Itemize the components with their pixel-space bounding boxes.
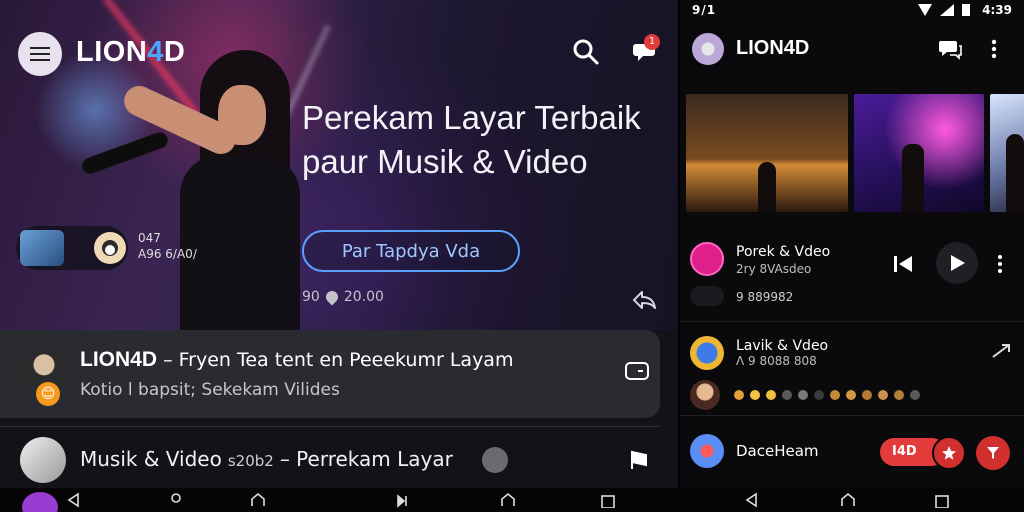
hero-meta-left: 90 <box>302 289 320 305</box>
signal-icon <box>940 4 954 16</box>
media-row[interactable]: DaceHeam I4D <box>680 430 1024 474</box>
viewer-avatar[interactable] <box>690 380 720 410</box>
mini-player-line1: 047 <box>138 231 161 245</box>
record-chip-icon[interactable] <box>482 447 508 473</box>
side-pane: 9/1 4:39 LION4D Porek & Vdeo 2ry 8VAsdeo… <box>680 0 1024 488</box>
media-row[interactable]: Lavik & Vdeo Λ 9 8088 808 <box>680 334 1024 416</box>
share-icon[interactable] <box>630 286 658 312</box>
flag-icon[interactable] <box>628 449 650 471</box>
side-brand: LION4D <box>736 37 810 59</box>
reaction-dot <box>878 390 888 400</box>
video-thumbnail[interactable] <box>990 94 1024 212</box>
reaction-dot <box>734 390 744 400</box>
mini-player-avatar[interactable] <box>94 232 126 264</box>
notification-badge: 1 <box>644 34 660 50</box>
avatar <box>20 437 66 483</box>
chat-icon[interactable] <box>938 38 964 60</box>
status-bar: 9/1 4:39 <box>680 0 1024 22</box>
wifi-icon <box>918 4 932 16</box>
caption-icon[interactable] <box>624 360 650 382</box>
star-icon <box>942 446 956 460</box>
media-row-title: Porek & Vdeo <box>736 244 831 260</box>
media-row[interactable]: Porek & Vdeo 2ry 8VAsdeo 9 889982 <box>680 238 1024 322</box>
reaction-dot <box>798 390 808 400</box>
boost-button[interactable] <box>976 436 1010 470</box>
home-icon[interactable] <box>840 492 856 508</box>
reaction-dot <box>814 390 824 400</box>
media-row-title: DaceHeam <box>736 442 819 460</box>
list-item-title: Musik & Video s20b2– Perrekam Layar <box>80 447 453 471</box>
drop-icon <box>323 288 341 306</box>
profile-avatar[interactable] <box>22 492 58 512</box>
reaction-dot <box>782 390 792 400</box>
bird-icon <box>102 240 118 256</box>
status-pill <box>690 286 724 306</box>
reaction-dot <box>894 390 904 400</box>
more-vert-icon[interactable] <box>986 38 1002 60</box>
main-pane: LION4D 1 Perekam Layar Terbaik paur Musi… <box>0 0 678 488</box>
list-item[interactable]: Musik & Video s20b2– Perrekam Layar <box>0 426 660 488</box>
media-row-subtitle: Λ 9 8088 808 <box>736 354 817 368</box>
channel-avatar[interactable] <box>690 336 724 370</box>
channel-avatar[interactable] <box>690 242 724 276</box>
back-icon[interactable] <box>66 492 82 508</box>
favorite-button[interactable] <box>932 436 966 470</box>
skip-icon[interactable] <box>396 492 412 508</box>
reaction-dot <box>830 390 840 400</box>
search-icon[interactable] <box>572 38 600 66</box>
recents-icon[interactable] <box>600 492 616 508</box>
reaction-dot <box>910 390 920 400</box>
list-item-title: LION4D – Fryen Tea tent en Peeekumr Laya… <box>80 348 514 371</box>
media-row-subtitle: 2ry 8VAsdeo <box>736 262 812 276</box>
system-nav-bar <box>0 488 1024 512</box>
mini-player-thumbnail <box>20 230 64 266</box>
mini-player-text: 047 A96 6/A0/ <box>138 230 197 262</box>
status-icons <box>918 4 970 16</box>
more-vert-icon[interactable] <box>996 254 1004 274</box>
play-button[interactable] <box>936 242 978 284</box>
reaction-dot <box>766 390 776 400</box>
hero-meta-right: 20.00 <box>343 289 384 305</box>
status-time: 4:39 <box>982 3 1012 17</box>
skip-previous-icon[interactable] <box>892 254 914 274</box>
recents-icon[interactable] <box>934 492 950 508</box>
hamburger-icon <box>30 47 50 61</box>
cta-button[interactable]: Par Tapdya Vda <box>302 230 520 272</box>
play-icon <box>951 255 965 271</box>
filter-icon <box>987 447 999 459</box>
list-item[interactable]: 😊 LION4D – Fryen Tea tent en Peeekumr La… <box>0 330 660 418</box>
video-thumbnail[interactable] <box>854 94 984 212</box>
back-icon[interactable] <box>744 492 760 508</box>
status-left: 9/1 <box>692 3 717 17</box>
video-thumbnail[interactable] <box>686 94 848 212</box>
menu-button[interactable] <box>18 32 62 76</box>
reaction-dot <box>862 390 872 400</box>
media-row-count: 9 889982 <box>736 290 794 304</box>
hero-singer-image <box>79 45 300 330</box>
link-icon[interactable] <box>990 342 1012 360</box>
mini-player-line2: A96 6/A0/ <box>138 247 197 261</box>
reaction-dot <box>846 390 856 400</box>
app-logo-icon[interactable] <box>692 33 724 65</box>
hero-meta: 90 20.00 <box>302 288 384 306</box>
battery-icon <box>962 4 970 16</box>
home-icon[interactable] <box>500 492 516 508</box>
app-root: LION4D 1 Perekam Layar Terbaik paur Musi… <box>0 0 1024 512</box>
media-row-title: Lavik & Vdeo <box>736 338 829 354</box>
reaction-dot <box>750 390 760 400</box>
list-item-subtitle: Kotio l bapsit; Sekekam Vilides <box>80 380 340 400</box>
home-icon[interactable] <box>250 492 266 508</box>
app-logo[interactable]: LION4D <box>76 36 185 69</box>
channel-avatar[interactable] <box>690 434 724 468</box>
hero-headline: Perekam Layar Terbaik paur Musik & Video <box>302 99 641 180</box>
thumbnail-strip <box>686 94 1024 212</box>
reaction-dots <box>734 390 920 400</box>
emoji-badge-icon: 😊 <box>36 382 60 406</box>
mini-player[interactable] <box>16 226 128 270</box>
person-icon[interactable] <box>168 492 184 508</box>
